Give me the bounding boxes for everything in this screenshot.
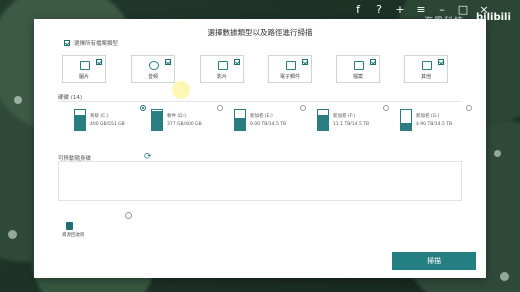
drive-icon xyxy=(317,109,329,131)
drive-name: 軟件 (D:) xyxy=(167,114,186,119)
water-drop xyxy=(14,96,22,104)
drive-size: 11.1 TB/14.5 TB xyxy=(333,122,370,127)
drive-name: 新加卷 (G:) xyxy=(416,114,440,119)
divider xyxy=(58,101,462,102)
drive-icon xyxy=(400,109,412,131)
drive-radio[interactable] xyxy=(466,105,472,111)
drive-icon xyxy=(151,109,163,131)
type-label: 檔案 xyxy=(352,74,363,80)
scan-button[interactable]: 掃描 xyxy=(392,252,476,270)
drive-name: 新加卷 (F:) xyxy=(333,114,356,119)
drive-size: 377 GB/400 GB xyxy=(167,122,202,127)
app-window: 選擇數據類型以及路徑進行掃描 選擇所有檔案類型 圖片 音頻 影片 電子郵件 檔案… xyxy=(34,19,486,278)
drive-icon xyxy=(234,109,246,131)
type-image[interactable]: 圖片 xyxy=(62,55,106,83)
audio-icon xyxy=(149,61,159,70)
drive-name: 新加卷 (E:) xyxy=(250,114,273,119)
plus-icon[interactable]: + xyxy=(394,3,406,16)
help-icon[interactable]: ? xyxy=(373,3,385,16)
recycle-bin-label: 資源回收筒 xyxy=(62,233,85,238)
folder-icon xyxy=(422,61,432,70)
drive-size: 9.00 TB/14.5 TB xyxy=(250,122,287,127)
video-icon xyxy=(218,61,228,70)
drives-header: 硬碟 (14) xyxy=(58,95,83,101)
drive-e[interactable]: 新加卷 (E:) 9.00 TB/14.5 TB xyxy=(234,105,314,141)
drive-radio[interactable] xyxy=(383,105,389,111)
drive-size: 4.90 TB/14.5 TB xyxy=(416,122,453,127)
type-checkbox[interactable] xyxy=(438,59,444,65)
drive-name: 系统 (C:) xyxy=(90,114,109,119)
select-all-label: 選擇所有檔案類型 xyxy=(74,41,119,47)
email-icon xyxy=(286,61,296,70)
type-label: 其他 xyxy=(420,74,431,80)
type-label: 影片 xyxy=(216,74,227,80)
drive-radio[interactable] xyxy=(300,105,306,111)
document-icon xyxy=(354,61,364,70)
type-label: 電子郵件 xyxy=(279,74,300,80)
select-all-checkbox[interactable] xyxy=(64,40,70,46)
drive-usage-fill xyxy=(152,111,162,130)
type-other[interactable]: 其他 xyxy=(404,55,448,83)
drive-radio[interactable] xyxy=(140,105,146,111)
drive-usage-fill xyxy=(401,123,411,130)
removable-drives-area xyxy=(58,161,462,201)
drive-usage-fill xyxy=(318,114,328,130)
recycle-bin-item[interactable]: 資源回收筒 xyxy=(62,222,85,238)
recycle-bin-icon xyxy=(66,222,73,230)
water-drop xyxy=(8,230,17,239)
type-checkbox[interactable] xyxy=(370,59,376,65)
drive-usage-fill xyxy=(235,117,245,130)
type-audio[interactable]: 音頻 xyxy=(131,55,175,83)
cursor-highlight xyxy=(172,81,190,99)
type-checkbox[interactable] xyxy=(302,59,308,65)
type-label: 圖片 xyxy=(78,74,89,80)
recycle-bin-radio[interactable] xyxy=(125,212,132,219)
type-document[interactable]: 檔案 xyxy=(336,55,380,83)
type-video[interactable]: 影片 xyxy=(200,55,244,83)
drive-icon xyxy=(74,109,86,131)
drive-usage-fill xyxy=(75,115,85,130)
image-icon xyxy=(80,61,90,70)
drive-size: 400 GB/551 GB xyxy=(90,122,125,127)
type-checkbox[interactable] xyxy=(234,59,240,65)
drive-radio[interactable] xyxy=(217,105,223,111)
drive-c[interactable]: 系统 (C:) 400 GB/551 GB xyxy=(68,103,163,143)
drive-g[interactable]: 新加卷 (G:) 4.90 TB/14.5 TB xyxy=(400,105,480,141)
type-email[interactable]: 電子郵件 xyxy=(268,55,312,83)
window-controls: f ? + ≡ – □ × xyxy=(352,3,490,16)
type-checkbox[interactable] xyxy=(96,59,102,65)
drive-f[interactable]: 新加卷 (F:) 11.1 TB/14.5 TB xyxy=(317,105,397,141)
page-title: 選擇數據類型以及路徑進行掃描 xyxy=(207,28,313,37)
select-all-types[interactable]: 選擇所有檔案類型 xyxy=(64,39,118,47)
water-drop xyxy=(494,150,501,157)
type-checkbox[interactable] xyxy=(165,59,171,65)
drive-d[interactable]: 軟件 (D:) 377 GB/400 GB xyxy=(151,105,231,141)
type-label: 音頻 xyxy=(147,74,158,80)
facebook-icon[interactable]: f xyxy=(352,3,364,16)
water-drop xyxy=(500,272,509,281)
